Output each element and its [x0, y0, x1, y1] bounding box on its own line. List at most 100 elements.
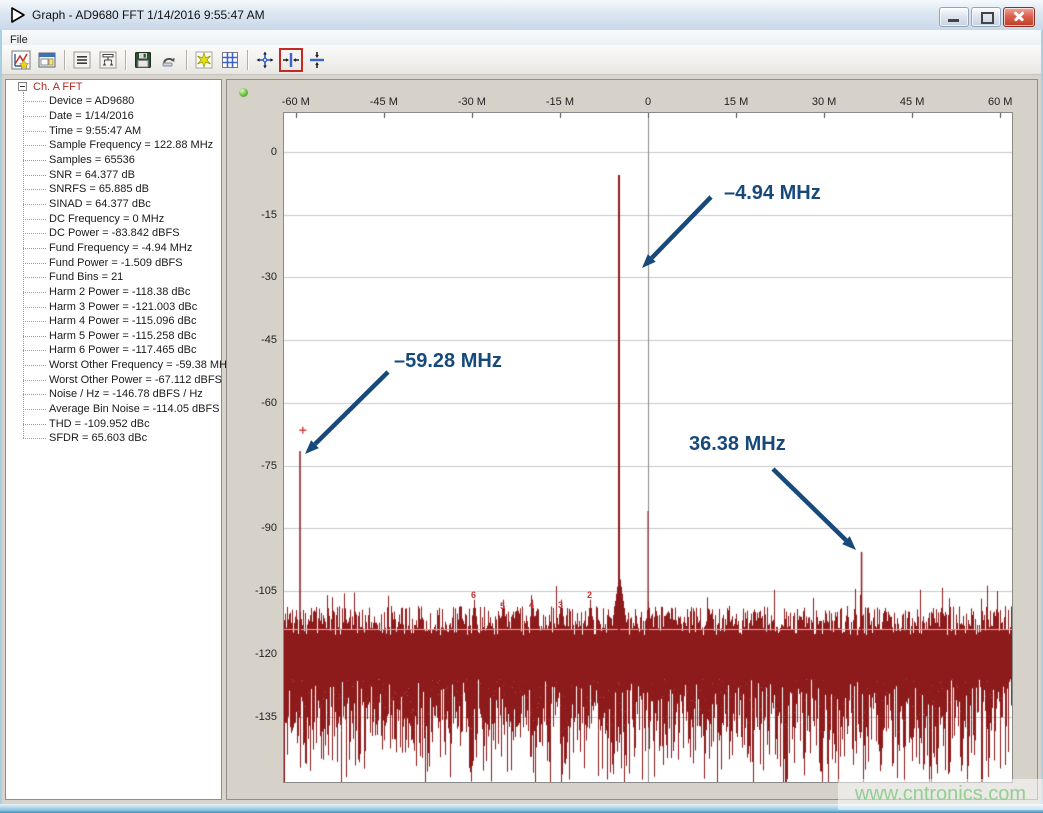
- list-icon: [72, 50, 92, 70]
- close-button[interactable]: [1003, 7, 1035, 27]
- tree-item[interactable]: SFDR = 65.603 dBc: [49, 431, 147, 445]
- maximize-icon: [981, 12, 994, 24]
- app-logo-icon: [9, 6, 27, 24]
- toolbar-separator: [64, 50, 66, 70]
- fit-vertical-icon: [307, 50, 327, 70]
- harmonic-marker-label: 3: [558, 600, 563, 610]
- tree-connector-line: [23, 380, 46, 381]
- grid-icon: [220, 50, 240, 70]
- window-frame-left: [0, 30, 2, 804]
- harmonic-marker-label: 2: [587, 590, 592, 600]
- tree-connector-line: [23, 131, 46, 132]
- x-tick-label: -45 M: [356, 96, 412, 108]
- tree-connector-line: [23, 101, 46, 102]
- x-tick-label: 0: [620, 96, 676, 108]
- window-controls: [939, 7, 1035, 27]
- tree-item[interactable]: Sample Frequency = 122.88 MHz: [49, 138, 213, 152]
- text-report-button[interactable]: [71, 49, 93, 71]
- toolbar-separator: [125, 50, 127, 70]
- fft-plot-canvas[interactable]: [284, 113, 1012, 782]
- autoscale-button[interactable]: [254, 49, 276, 71]
- tree-item[interactable]: Average Bin Noise = -114.05 dBFS: [49, 402, 220, 416]
- new-trace-icon: [194, 50, 214, 70]
- annotation-label: –4.94 MHz: [724, 182, 821, 205]
- x-tick-label: 15 M: [708, 96, 764, 108]
- status-indicator-icon: [239, 88, 248, 97]
- tree-item[interactable]: THD = -109.952 dBc: [49, 417, 150, 431]
- y-tick-label: 0: [235, 145, 277, 159]
- tree-item[interactable]: Harm 4 Power = -115.096 dBc: [49, 314, 196, 328]
- fft-plot-area: 23456–4.94 MHz–59.28 MHz36.38 MHz: [283, 112, 1013, 783]
- tree-item[interactable]: Worst Other Power = -67.112 dBFS: [49, 373, 222, 387]
- autoscale-icon: [255, 50, 275, 70]
- tree-connector-line: [23, 292, 46, 293]
- fft-chart-panel: -60 M-45 M-30 M-15 M015 M30 M45 M60 M 0-…: [226, 79, 1038, 800]
- tree-item[interactable]: Fund Frequency = -4.94 MHz: [49, 241, 192, 255]
- y-tick-label: -60: [235, 396, 277, 410]
- tree-connector-line: [23, 204, 46, 205]
- tree-item[interactable]: Harm 2 Power = -118.38 dBc: [49, 285, 190, 299]
- tree-connector-line: [23, 321, 46, 322]
- tree-item[interactable]: Samples = 65536: [49, 153, 135, 167]
- minimize-button[interactable]: [939, 7, 969, 27]
- tree-connector-line: [23, 336, 46, 337]
- tree-item[interactable]: Harm 5 Power = -115.258 dBc: [49, 329, 196, 343]
- tree-item[interactable]: Worst Other Frequency = -59.38 MHz: [49, 358, 233, 372]
- save-button[interactable]: [132, 49, 154, 71]
- tree-connector-line: [23, 263, 46, 264]
- fft-results-tree: Ch. A FFTDevice = AD9680Date = 1/14/2016…: [5, 79, 222, 800]
- tree-item[interactable]: Harm 3 Power = -121.003 dBc: [49, 300, 197, 314]
- tree-connector-line: [23, 350, 46, 351]
- tree-connector-line: [23, 394, 46, 395]
- tree-connector-line: [23, 116, 46, 117]
- window-icon: [37, 50, 57, 70]
- y-tick-label: -90: [235, 521, 277, 535]
- tree-connector-line: [23, 277, 46, 278]
- tree-item[interactable]: SNRFS = 65.885 dB: [49, 182, 149, 196]
- export-icon: [159, 50, 179, 70]
- tree-item[interactable]: Harm 6 Power = -117.465 dBc: [49, 343, 196, 357]
- tree-item[interactable]: SINAD = 64.377 dBc: [49, 197, 151, 211]
- toolbar: [2, 45, 1041, 75]
- tree-root-label[interactable]: Ch. A FFT: [33, 80, 83, 94]
- title-bar[interactable]: Graph - AD9680 FFT 1/14/2016 9:55:47 AM: [0, 0, 1043, 31]
- tree-connector-line: [23, 307, 46, 308]
- tree-item[interactable]: Time = 9:55:47 AM: [49, 124, 141, 138]
- fit-horizontal-button[interactable]: [280, 49, 302, 71]
- new-trace-button[interactable]: [193, 49, 215, 71]
- y-tick-label: -105: [235, 584, 277, 598]
- y-tick-label: -45: [235, 333, 277, 347]
- tree-item[interactable]: Device = AD9680: [49, 94, 134, 108]
- x-tick-label: 45 M: [884, 96, 940, 108]
- tree-item[interactable]: Fund Bins = 21: [49, 270, 123, 284]
- tree-item[interactable]: Noise / Hz = -146.78 dBFS / Hz: [49, 387, 203, 401]
- tree-connector-line: [23, 365, 46, 366]
- toolbar-buttons: [10, 48, 332, 71]
- export-button[interactable]: [158, 49, 180, 71]
- tree-expander[interactable]: [18, 82, 27, 91]
- tree-item[interactable]: DC Frequency = 0 MHz: [49, 212, 164, 226]
- graph-image-button[interactable]: [10, 49, 32, 71]
- tree-item[interactable]: DC Power = -83.842 dBFS: [49, 226, 180, 240]
- menu-bar: File: [2, 30, 1041, 45]
- tree-view-button[interactable]: [97, 49, 119, 71]
- y-tick-label: -30: [235, 270, 277, 284]
- window-title: Graph - AD9680 FFT 1/14/2016 9:55:47 AM: [32, 0, 265, 30]
- tree-item[interactable]: Fund Power = -1.509 dBFS: [49, 256, 183, 270]
- y-tick-label: -120: [235, 647, 277, 661]
- tree-item[interactable]: SNR = 64.377 dB: [49, 168, 135, 182]
- maximize-button[interactable]: [971, 7, 1001, 27]
- annotation-label: 36.38 MHz: [689, 433, 786, 456]
- tree-connector-line: [23, 233, 46, 234]
- x-tick-label: -30 M: [444, 96, 500, 108]
- tree-connector-line: [23, 160, 46, 161]
- tree-view-icon: [98, 50, 118, 70]
- window-view-button[interactable]: [36, 49, 58, 71]
- harmonic-marker-label: 6: [471, 590, 476, 600]
- minimize-icon: [948, 19, 959, 22]
- toggle-grid-button[interactable]: [219, 49, 241, 71]
- tree-connector-line: [23, 424, 46, 425]
- tree-item[interactable]: Date = 1/14/2016: [49, 109, 134, 123]
- fit-vertical-button[interactable]: [306, 49, 328, 71]
- tree-connector-line: [23, 219, 46, 220]
